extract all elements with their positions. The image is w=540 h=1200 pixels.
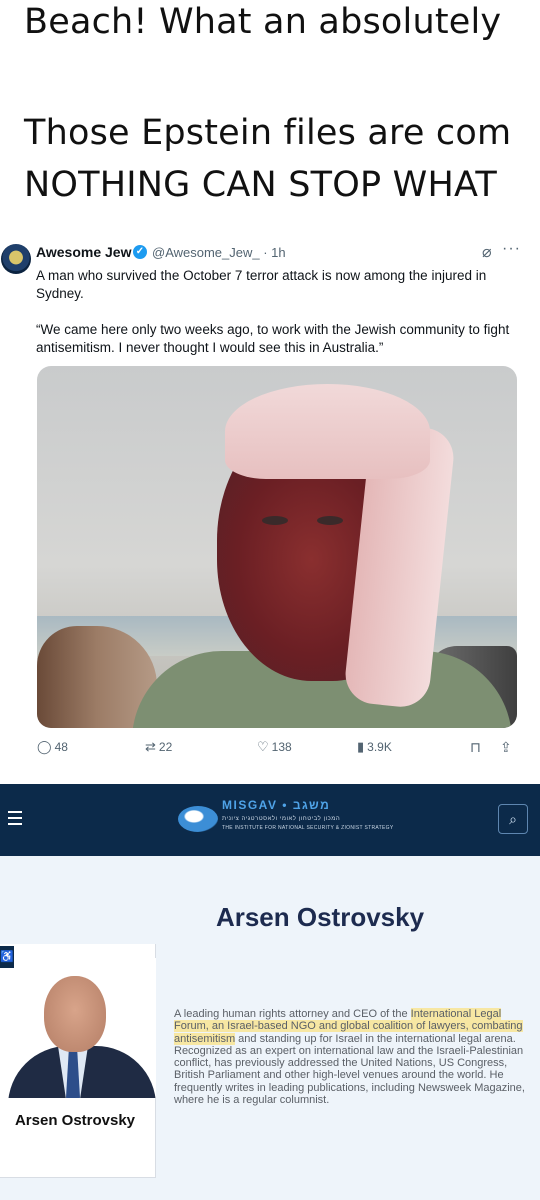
accessibility-icon[interactable]: ♿ — [0, 946, 14, 968]
tweet-author-name[interactable]: Awesome Jew — [36, 244, 131, 260]
site-logo-subtitle-en: THE INSTITUTE FOR NATIONAL SECURITY & ZI… — [222, 825, 394, 831]
tweet-handle-time[interactable]: @Awesome_Jew_ · 1h — [152, 245, 286, 260]
grok-icon[interactable]: ⌀ — [482, 242, 492, 262]
repost-count: 22 — [158, 740, 173, 754]
tweet-quote-text: “We came here only two weeks ago, to wor… — [36, 322, 510, 355]
photo-eye — [317, 516, 343, 525]
misgav-profile-page: MISGAV • משגב המכון לביטחון לאומי ולאסטר… — [0, 784, 540, 1200]
caption-line-3: NOTHING CAN STOP WHAT — [24, 165, 497, 205]
portrait-head — [44, 976, 106, 1052]
more-icon[interactable]: ··· — [502, 240, 521, 258]
caption-line-2: Those Epstein files are com — [24, 113, 512, 153]
misgav-logo-icon[interactable] — [178, 806, 218, 832]
photo-bandage-top — [225, 384, 430, 479]
repost-icon: ⇄ — [145, 739, 156, 754]
like-count: 138 — [271, 740, 292, 754]
profile-card: Arsen Ostrovsky — [0, 944, 156, 1178]
like-icon: ♡ — [257, 739, 269, 754]
profile-photo — [0, 958, 156, 1098]
search-button[interactable]: ⌕ — [498, 804, 528, 834]
views-button[interactable]: ▮ 3.9K — [357, 739, 392, 755]
avatar[interactable] — [1, 244, 31, 274]
tweet-text: A man who survived the October 7 terror … — [36, 268, 487, 301]
repost-button[interactable]: ⇄ 22 — [145, 739, 172, 755]
views-count: 3.9K — [367, 740, 392, 754]
verified-icon: ✓ — [133, 245, 147, 259]
page-title: Arsen Ostrovsky — [215, 902, 425, 932]
bookmark-icon[interactable]: ⊓ — [470, 739, 481, 756]
share-icon[interactable]: ⇪ — [500, 739, 512, 756]
tweet-card[interactable]: Awesome Jew ✓ @Awesome_Jew_ · 1h ⌀ ··· A… — [0, 236, 540, 770]
meme-caption: Beach! What an absolutely Those Epstein … — [0, 0, 540, 228]
menu-icon[interactable] — [8, 811, 22, 825]
bio-text: A leading human rights attorney and CEO … — [174, 1008, 411, 1020]
site-header: MISGAV • משגב המכון לביטחון לאומי ולאסטר… — [0, 784, 540, 856]
site-logo-subtitle-he: המכון לביטחון לאומי ולאסטרטגיה ציונית — [222, 816, 341, 822]
photo-eye — [262, 516, 288, 525]
reply-count: 48 — [54, 740, 68, 754]
views-icon: ▮ — [357, 739, 365, 754]
tweet-actions: ◯ 48 ⇄ 22 ♡ 138 ▮ 3.9K ⊓ ⇪ — [0, 739, 540, 761]
like-button[interactable]: ♡ 138 — [257, 739, 292, 755]
search-icon: ⌕ — [509, 811, 517, 827]
tweet-photo[interactable] — [37, 366, 517, 728]
reply-button[interactable]: ◯ 48 — [37, 739, 68, 755]
profile-bio: A leading human rights attorney and CEO … — [174, 1008, 534, 1106]
caption-line-1: Beach! What an absolutely — [24, 2, 502, 42]
site-logo-text[interactable]: MISGAV • משגב — [222, 798, 330, 812]
reply-icon: ◯ — [37, 739, 52, 754]
profile-card-name: Arsen Ostrovsky — [14, 1112, 136, 1129]
